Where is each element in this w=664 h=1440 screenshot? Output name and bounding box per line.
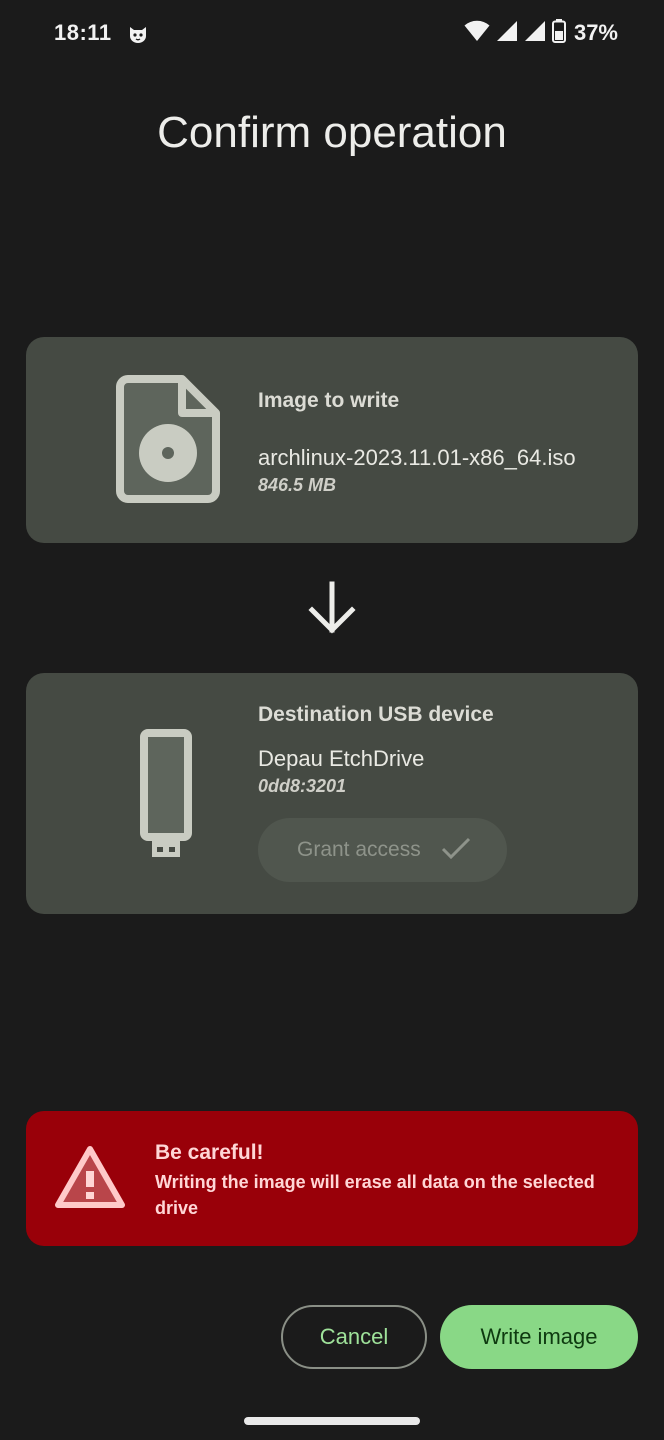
warning-title: Be careful! [155, 1141, 264, 1164]
page-title: Confirm operation [157, 108, 507, 157]
battery-icon [551, 18, 566, 48]
device-name: Depau EtchDrive [258, 746, 425, 771]
image-filename: archlinux-2023.11.01-x86_64.iso [258, 445, 576, 470]
device-heading: Destination USB device [258, 703, 494, 726]
warning-text: Writing the image will erase all data on… [155, 1172, 595, 1218]
image-card: Image to write archlinux-2023.11.01-x86_… [26, 337, 638, 543]
status-indicators: 37% [464, 18, 618, 48]
image-heading: Image to write [258, 389, 400, 412]
cancel-button[interactable]: Cancel [281, 1305, 427, 1369]
grant-access-label: Grant access [297, 838, 421, 861]
status-time: 18:11 [54, 20, 112, 45]
device-id: 0dd8:3201 [258, 776, 347, 796]
signal-icon [524, 20, 546, 47]
write-image-button[interactable]: Write image [440, 1305, 638, 1369]
cat-face-icon [126, 22, 150, 46]
navigation-handle[interactable] [244, 1417, 420, 1425]
signal-icon [496, 20, 518, 47]
usb-drive-icon [140, 729, 196, 859]
image-size: 846.5 MB [258, 475, 337, 495]
warning-icon [54, 1145, 126, 1209]
status-bar: 18:11 37% [0, 0, 664, 68]
grant-access-button[interactable]: Grant access [258, 818, 507, 882]
disc-image-file-icon [116, 375, 220, 503]
warning-banner: Be careful! Writing the image will erase… [26, 1111, 638, 1246]
wifi-icon [464, 20, 490, 47]
battery-percent: 37% [573, 20, 618, 45]
device-card: Destination USB device Depau EtchDrive 0… [26, 673, 638, 914]
arrow-down-icon [304, 580, 360, 636]
checkmark-icon [441, 836, 471, 865]
